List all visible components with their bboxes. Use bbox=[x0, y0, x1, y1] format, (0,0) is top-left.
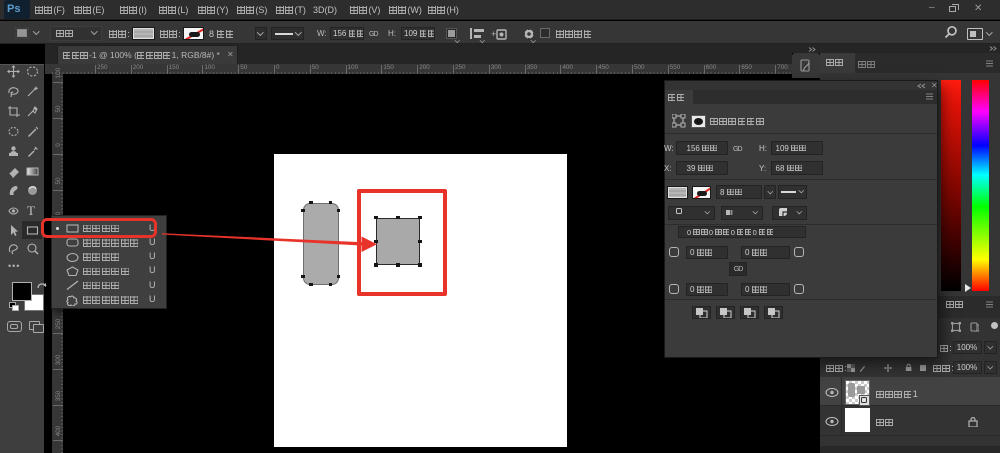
svg-text:+: + bbox=[491, 29, 496, 39]
